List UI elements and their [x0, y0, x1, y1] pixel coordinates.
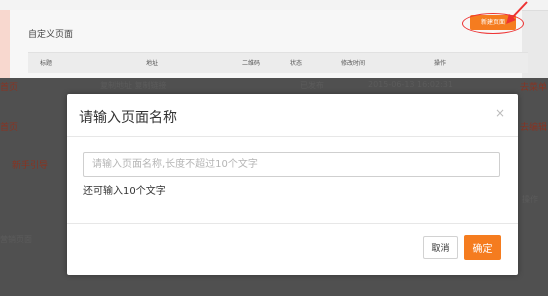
bg-row-action: 操作	[522, 195, 538, 204]
section-title: 自定义页面	[28, 30, 74, 40]
custom-pages-panel: 自定义页面 标题 地址 二维码 状态 修改时间 操作	[10, 10, 528, 78]
remaining-chars-hint: 还可输入10个文字	[83, 186, 166, 197]
bg-row-title: 首页	[0, 83, 19, 93]
left-edge	[0, 10, 10, 78]
header-modified-time: 修改时间	[341, 60, 366, 67]
header-status: 状态	[290, 60, 303, 67]
bg-row-status: 已发布	[300, 81, 324, 90]
dialog-title: 请输入页面名称	[79, 110, 177, 126]
bg-row-title: 新手引导	[12, 161, 49, 171]
confirm-button[interactable]: 确定	[464, 235, 501, 260]
header-qrcode: 二维码	[242, 60, 261, 67]
bg-row-title: 首页	[0, 123, 19, 133]
cancel-button[interactable]: 取消	[423, 236, 458, 259]
page-name-input[interactable]	[83, 152, 500, 177]
bg-row-time: 2015-06-13 16:02:31	[368, 80, 453, 89]
bg-row-title: 营销页面	[0, 235, 32, 244]
page-name-dialog: 请输入页面名称 × 还可输入10个文字 取消 确定	[67, 94, 518, 275]
bg-row-action: 去菜单	[520, 83, 548, 93]
close-icon[interactable]: ×	[495, 106, 505, 120]
table-header: 标题 地址 二维码 状态 修改时间 操作	[28, 52, 528, 73]
bg-row-action: 去编辑	[520, 123, 548, 133]
header-divider	[67, 136, 518, 137]
bg-row-address: 复制地址 复制链接	[100, 81, 167, 90]
header-actions: 操作	[434, 60, 447, 67]
annotation-arrow-icon	[506, 1, 528, 24]
footer-divider	[67, 223, 518, 224]
header-address: 地址	[146, 60, 159, 67]
header-title: 标题	[40, 60, 53, 67]
background-page-header: 自定义页面 标题 地址 二维码 状态 修改时间 操作 新建页面	[0, 0, 548, 78]
